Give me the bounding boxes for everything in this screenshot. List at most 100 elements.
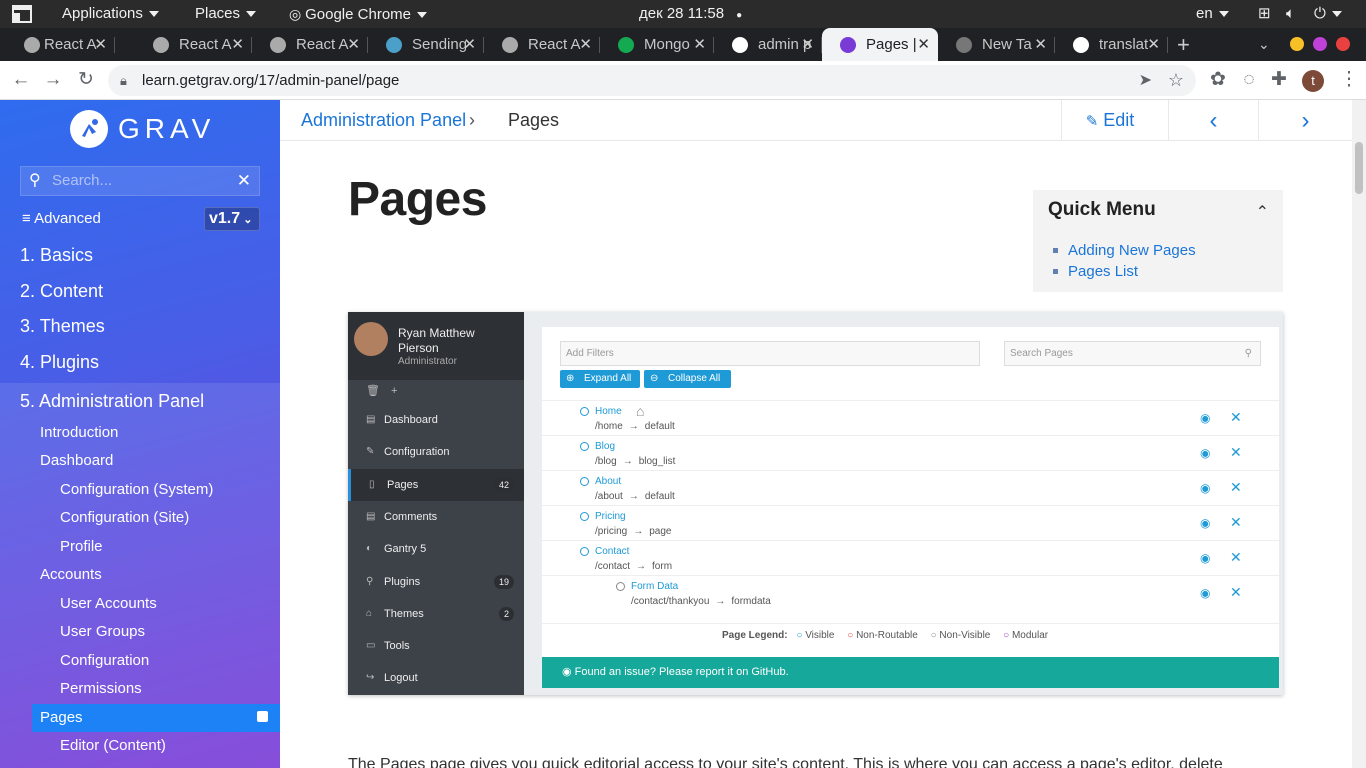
chrome-icon [956, 37, 972, 53]
sidebar-item[interactable]: Accounts [0, 561, 280, 589]
admin-menu-icon: ⌂ [366, 607, 373, 619]
google-icon [732, 37, 748, 53]
page-status-icon [580, 477, 589, 486]
forward-icon[interactable]: → [38, 65, 68, 95]
browser-tab[interactable]: Mongo ✕ [600, 28, 714, 61]
system-top-bar: Applications Places ◎ Google Chrome дек … [0, 0, 1366, 28]
eye-icon: ◉ [1200, 481, 1211, 495]
search-placeholder[interactable]: Search... [52, 167, 112, 195]
lock-icon[interactable]: 🔒︎ [120, 65, 127, 96]
next-page-button[interactable]: › [1258, 100, 1352, 141]
places-menu[interactable]: Places [195, 0, 257, 28]
close-tab-icon[interactable]: ✕ [801, 28, 814, 61]
sidebar-item[interactable]: Configuration [0, 647, 280, 675]
sidebar-item[interactable]: Configuration (Site) [0, 504, 280, 532]
sidebar-item[interactable]: User Accounts [0, 590, 280, 618]
admin-menu-label: Gantry 5 [384, 543, 427, 556]
send-tab-icon[interactable]: ➤ [1139, 65, 1152, 96]
chrome-menu-icon[interactable]: ⋮ [1334, 65, 1364, 95]
url-text[interactable]: learn.getgrav.org/17/admin-panel/page [142, 65, 399, 96]
page-scrollbar[interactable] [1352, 100, 1366, 768]
page-title-link: Home [595, 406, 622, 417]
scrollbar-thumb[interactable] [1355, 142, 1363, 194]
sidebar-item-label: Editor (Content) [60, 737, 166, 754]
sidebar-item-label: 5. Administration Panel [20, 391, 205, 411]
sidebar-item[interactable]: Pages [32, 704, 280, 732]
activities-icon[interactable] [12, 0, 32, 28]
grav-logo[interactable]: GRAV [70, 109, 215, 149]
version-select[interactable]: v1.7 ⌄ [204, 207, 260, 231]
close-tab-icon[interactable]: ✕ [917, 28, 930, 61]
clear-search-icon[interactable]: ✕ [237, 167, 251, 195]
window-control-button[interactable] [1336, 37, 1350, 51]
sidebar-item[interactable]: 2. Content [0, 273, 280, 309]
reload-icon[interactable]: ↻ [71, 65, 101, 95]
app-menu-chrome[interactable]: ◎ Google Chrome [289, 0, 427, 28]
sliders-icon: ≡ [22, 210, 35, 227]
close-tab-icon[interactable]: ✕ [579, 28, 592, 61]
eye-icon: ◉ [1200, 586, 1211, 600]
quick-menu-link[interactable]: Adding New Pages [1053, 240, 1196, 261]
volume-icon[interactable]: 🔈︎ [1286, 0, 1295, 28]
sidebar-item[interactable]: 5. Administration Panel [0, 383, 280, 419]
close-tab-icon[interactable]: ✕ [463, 28, 476, 61]
browser-tab[interactable]: React A ✕ [484, 28, 600, 61]
browser-tab[interactable]: Pages | ✕ [822, 28, 938, 61]
window-control-button[interactable] [1313, 37, 1327, 51]
close-tab-icon[interactable]: ✕ [231, 28, 244, 61]
browser-tab[interactable]: Sending ✕ [368, 28, 484, 61]
applications-menu[interactable]: Applications [62, 0, 159, 28]
close-tab-icon[interactable]: ✕ [1034, 28, 1047, 61]
browser-tab[interactable]: admin p ✕ [714, 28, 822, 61]
bookmark-star-icon[interactable]: ☆ [1168, 65, 1184, 96]
tab-title: React A [296, 36, 349, 53]
sidebar-item[interactable]: Introduction [0, 419, 280, 447]
edit-button[interactable]: ✎ Edit [1061, 100, 1158, 141]
prev-page-button[interactable]: ‹ [1168, 100, 1258, 141]
sidebar-item[interactable]: Profile [0, 533, 280, 561]
advanced-search-toggle[interactable]: ≡ Advanced [22, 208, 101, 230]
clock[interactable]: дек 28 11:58 ● [639, 0, 742, 28]
sidebar-item[interactable]: 4. Plugins [0, 344, 280, 380]
admin-user-role: Administrator [398, 356, 457, 367]
browser-tab[interactable]: New Ta ✕ [938, 28, 1055, 61]
browser-tab[interactable]: React A ✕ [135, 28, 252, 61]
sidebar-item[interactable]: Configuration (System) [0, 476, 280, 504]
sidebar-search[interactable]: ⚲ Search... ✕ [20, 166, 260, 196]
language-indicator[interactable]: en [1196, 0, 1229, 28]
tab-search-icon[interactable]: ⌄ [1258, 28, 1270, 61]
browser-tab[interactable]: translat ✕ [1055, 28, 1168, 61]
power-icon[interactable]: ⏻ [1314, 0, 1342, 28]
sidebar-item-label: Configuration (Site) [60, 509, 190, 526]
page-route: /pricing → page [595, 526, 672, 537]
breadcrumb-bar: Administration Panel › Pages ✎ Edit ‹ › [280, 100, 1352, 141]
sidebar-item-label: 2. Content [20, 281, 104, 301]
window-control-button[interactable] [1290, 37, 1304, 51]
close-tab-icon[interactable]: ✕ [347, 28, 360, 61]
close-tab-icon[interactable]: ✕ [693, 28, 706, 61]
browser-tab[interactable]: React A ✕ [0, 28, 115, 61]
sidebar-item[interactable]: Permissions [0, 675, 280, 703]
new-tab-icon[interactable]: + [1177, 28, 1190, 61]
address-bar[interactable]: 🔒︎ learn.getgrav.org/17/admin-panel/page… [108, 65, 1196, 96]
extensions-puzzle-icon[interactable]: ✚ [1264, 65, 1294, 95]
close-tab-icon[interactable]: ✕ [1147, 28, 1160, 61]
network-icon[interactable]: ⊞ [1258, 0, 1271, 28]
back-icon[interactable]: ← [6, 65, 36, 95]
profile-avatar[interactable]: t [1302, 70, 1324, 92]
sidebar-item[interactable]: 1. Basics [0, 237, 280, 273]
extension-icon[interactable]: ◌ [1234, 65, 1264, 95]
sidebar-item[interactable]: User Groups [0, 618, 280, 646]
delete-icon: ✕ [1230, 444, 1242, 460]
extension-icon[interactable]: ✿ [1203, 65, 1233, 95]
sidebar-item[interactable]: Editor (Content) [0, 732, 280, 760]
sidebar-item-label: 1. Basics [20, 245, 94, 265]
sidebar-item[interactable]: Dashboard [0, 447, 280, 475]
sidebar-item[interactable]: 3. Themes [0, 308, 280, 344]
admin-menu-label: Dashboard [384, 414, 438, 426]
chevron-up-icon[interactable]: ⌃ [1256, 202, 1269, 222]
close-tab-icon[interactable]: ✕ [94, 28, 107, 61]
quick-menu-link[interactable]: Pages List [1053, 261, 1196, 282]
browser-tab[interactable]: React A ✕ [252, 28, 368, 61]
breadcrumb-parent[interactable]: Administration Panel [301, 100, 466, 141]
